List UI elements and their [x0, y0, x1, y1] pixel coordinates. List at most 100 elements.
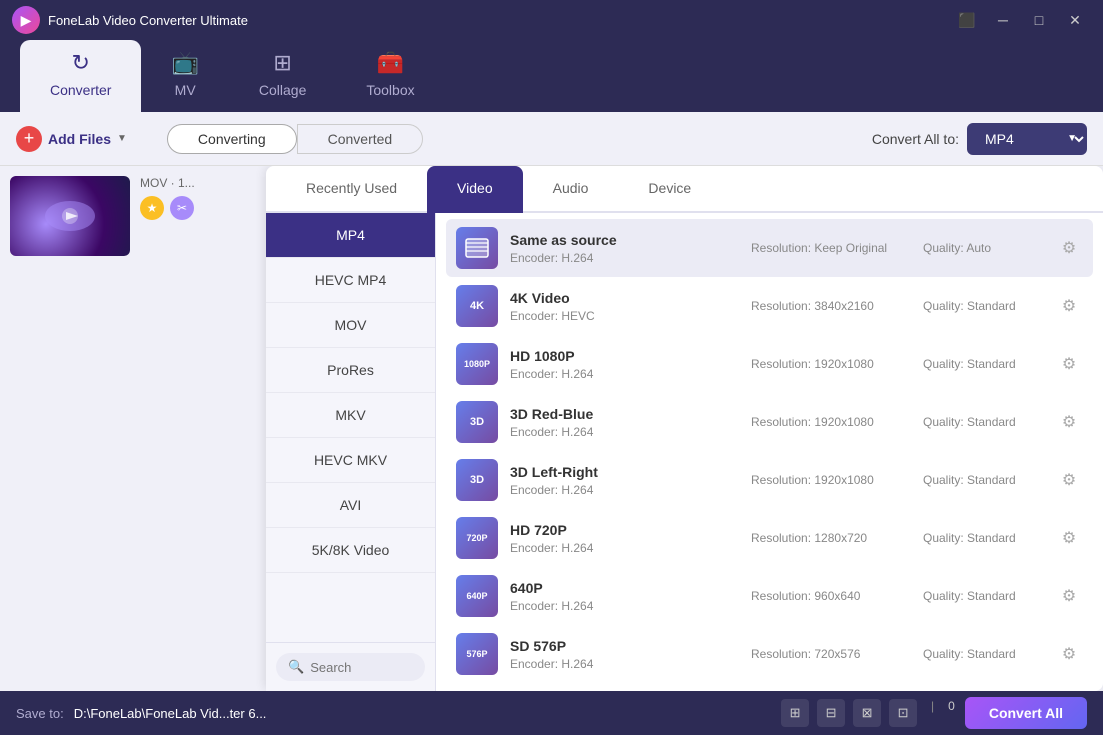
format-select[interactable]: MP4 MOV MKV AVI [967, 123, 1087, 155]
file-format: MOV · 1... [140, 176, 270, 190]
format-resolution-3d-red: Resolution: 1920x1080 [751, 415, 911, 429]
file-actions: ★ ✂ [140, 196, 270, 220]
format-quality-640p: Quality: Standard [923, 589, 1043, 603]
bottom-icon-btn-2[interactable]: ⊟ [817, 699, 845, 727]
format-name-640p: 640P [510, 580, 739, 596]
sidebar-item-prores[interactable]: ProRes [266, 348, 435, 393]
dropdown-arrow-icon: ▼ [117, 133, 127, 144]
minimize-button[interactable]: ─ [987, 8, 1019, 32]
format-quality: Quality: Auto [923, 241, 1043, 255]
format-details-sd576: SD 576P Encoder: H.264 [510, 638, 739, 671]
format-resolution-3d-lr: Resolution: 1920x1080 [751, 473, 911, 487]
file-list-area: MOV · 1... ★ ✂ [0, 166, 280, 691]
settings-button-sd576[interactable]: ⚙ [1055, 640, 1083, 668]
tab-audio[interactable]: Audio [523, 166, 619, 213]
format-details-3d-red: 3D Red-Blue Encoder: H.264 [510, 406, 739, 439]
bottom-icon-btn-3[interactable]: ⊠ [853, 699, 881, 727]
save-to-path: D:\FoneLab\FoneLab Vid...ter 6... [74, 706, 267, 721]
title-bar-controls: ⬛ ─ □ ✕ [951, 8, 1091, 32]
format-encoder-640p: Encoder: H.264 [510, 599, 739, 613]
settings-button-3d-red[interactable]: ⚙ [1055, 408, 1083, 436]
tab-converter[interactable]: ↻ Converter [20, 40, 141, 112]
add-files-button[interactable]: + Add Files ▼ [16, 126, 127, 152]
tab-video[interactable]: Video [427, 166, 523, 213]
tab-toolbox[interactable]: 🧰 Toolbox [336, 40, 444, 112]
tab-mv[interactable]: 📺 MV [141, 40, 228, 112]
format-encoder-3d-lr: Encoder: H.264 [510, 483, 739, 497]
format-row-sd576[interactable]: 576P SD 576P Encoder: H.264 Resolution: … [446, 625, 1093, 683]
format-details-hd1080: HD 1080P Encoder: H.264 [510, 348, 739, 381]
sidebar-item-mkv[interactable]: MKV [266, 393, 435, 438]
format-body: MP4 HEVC MP4 MOV ProRes MKV HE [266, 213, 1103, 691]
tab-collage-label: Collage [259, 82, 306, 98]
bottom-icons: ⊞ ⊟ ⊠ ⊡ | 0 [781, 699, 955, 727]
format-details-3d-lr: 3D Left-Right Encoder: H.264 [510, 464, 739, 497]
tab-converter-label: Converter [50, 82, 111, 98]
tab-recently-used[interactable]: Recently Used [276, 166, 427, 213]
settings-button-640p[interactable]: ⚙ [1055, 582, 1083, 610]
settings-button[interactable]: ⚙ [1055, 234, 1083, 262]
format-row-3d-lr[interactable]: 3D 3D Left-Right Encoder: H.264 Resoluti… [446, 451, 1093, 509]
format-quality-sd576: Quality: Standard [923, 647, 1043, 661]
title-bar: ▶ FoneLab Video Converter Ultimate ⬛ ─ □… [0, 0, 1103, 40]
maximize-button[interactable]: □ [1023, 8, 1055, 32]
add-files-label: Add Files [48, 131, 111, 147]
format-details-640p: 640P Encoder: H.264 [510, 580, 739, 613]
save-to-label: Save to: [16, 706, 64, 721]
format-details-4k: 4K Video Encoder: HEVC [510, 290, 739, 323]
tab-device[interactable]: Device [618, 166, 721, 213]
collage-icon: ⊞ [273, 50, 291, 76]
chat-button[interactable]: ⬛ [951, 8, 983, 32]
format-encoder: Encoder: H.264 [510, 251, 739, 265]
format-encoder-3d-red: Encoder: H.264 [510, 425, 739, 439]
settings-button-3d-lr[interactable]: ⚙ [1055, 466, 1083, 494]
app-title: FoneLab Video Converter Ultimate [48, 13, 248, 28]
close-button[interactable]: ✕ [1059, 8, 1091, 32]
bottom-icon-btn-1[interactable]: ⊞ [781, 699, 809, 727]
scissors-button[interactable]: ✂ [170, 196, 194, 220]
settings-button-hd720[interactable]: ⚙ [1055, 524, 1083, 552]
sidebar-item-avi[interactable]: AVI [266, 483, 435, 528]
format-quality-3d-lr: Quality: Standard [923, 473, 1043, 487]
body-area: MOV · 1... ★ ✂ Recently Used Video [0, 166, 1103, 691]
toolbar: + Add Files ▼ Converting Converted Conve… [0, 112, 1103, 166]
title-bar-left: ▶ FoneLab Video Converter Ultimate [12, 6, 248, 34]
format-details-same-as-source: Same as source Encoder: H.264 [510, 232, 739, 265]
bottom-icon-btn-4[interactable]: ⊡ [889, 699, 917, 727]
format-row-4k[interactable]: 4K 4K Video Encoder: HEVC Resolution: 38… [446, 277, 1093, 335]
main-content: + Add Files ▼ Converting Converted Conve… [0, 112, 1103, 691]
format-row-sd480[interactable]: 480P SD 480P Encoder: H.264 [446, 683, 1093, 691]
mv-icon: 📺 [171, 50, 198, 76]
format-row-same-as-source[interactable]: Same as source Encoder: H.264 Resolution… [446, 219, 1093, 277]
format-icon-4k: 4K [456, 285, 498, 327]
converting-tab[interactable]: Converting [167, 124, 297, 154]
sidebar-item-5k8k[interactable]: 5K/8K Video [266, 528, 435, 573]
tab-collage[interactable]: ⊞ Collage [229, 40, 336, 112]
tab-switcher: Converting Converted [167, 124, 423, 154]
format-row-640p[interactable]: 640P 640P Encoder: H.264 Resolution: 960… [446, 567, 1093, 625]
bottom-bar: Save to: D:\FoneLab\FoneLab Vid...ter 6.… [0, 691, 1103, 735]
format-row-hd1080[interactable]: 1080P HD 1080P Encoder: H.264 Resolution… [446, 335, 1093, 393]
format-name-3d-lr: 3D Left-Right [510, 464, 739, 480]
convert-all-button[interactable]: Convert All [965, 697, 1087, 729]
format-icon-hd720: 720P [456, 517, 498, 559]
settings-button-hd1080[interactable]: ⚙ [1055, 350, 1083, 378]
format-icon-3d-lr: 3D [456, 459, 498, 501]
sidebar-item-hevc-mp4[interactable]: HEVC MP4 [266, 258, 435, 303]
search-input-wrap: 🔍 [276, 653, 425, 681]
format-quality-4k: Quality: Standard [923, 299, 1043, 313]
search-input[interactable] [310, 660, 413, 675]
sidebar-item-mov[interactable]: MOV [266, 303, 435, 348]
converter-icon: ↻ [72, 50, 90, 76]
converted-tab[interactable]: Converted [297, 124, 424, 154]
format-row-hd720[interactable]: 720P HD 720P Encoder: H.264 Resolution: … [446, 509, 1093, 567]
format-name-hd1080: HD 1080P [510, 348, 739, 364]
sidebar-item-hevc-mkv[interactable]: HEVC MKV [266, 438, 435, 483]
format-name: Same as source [510, 232, 739, 248]
format-row-3d-red[interactable]: 3D 3D Red-Blue Encoder: H.264 Resolution… [446, 393, 1093, 451]
star-button[interactable]: ★ [140, 196, 164, 220]
sidebar-item-mp4[interactable]: MP4 [266, 213, 435, 258]
file-thumbnail [10, 176, 130, 256]
toolbox-icon: 🧰 [377, 50, 404, 76]
settings-button-4k[interactable]: ⚙ [1055, 292, 1083, 320]
